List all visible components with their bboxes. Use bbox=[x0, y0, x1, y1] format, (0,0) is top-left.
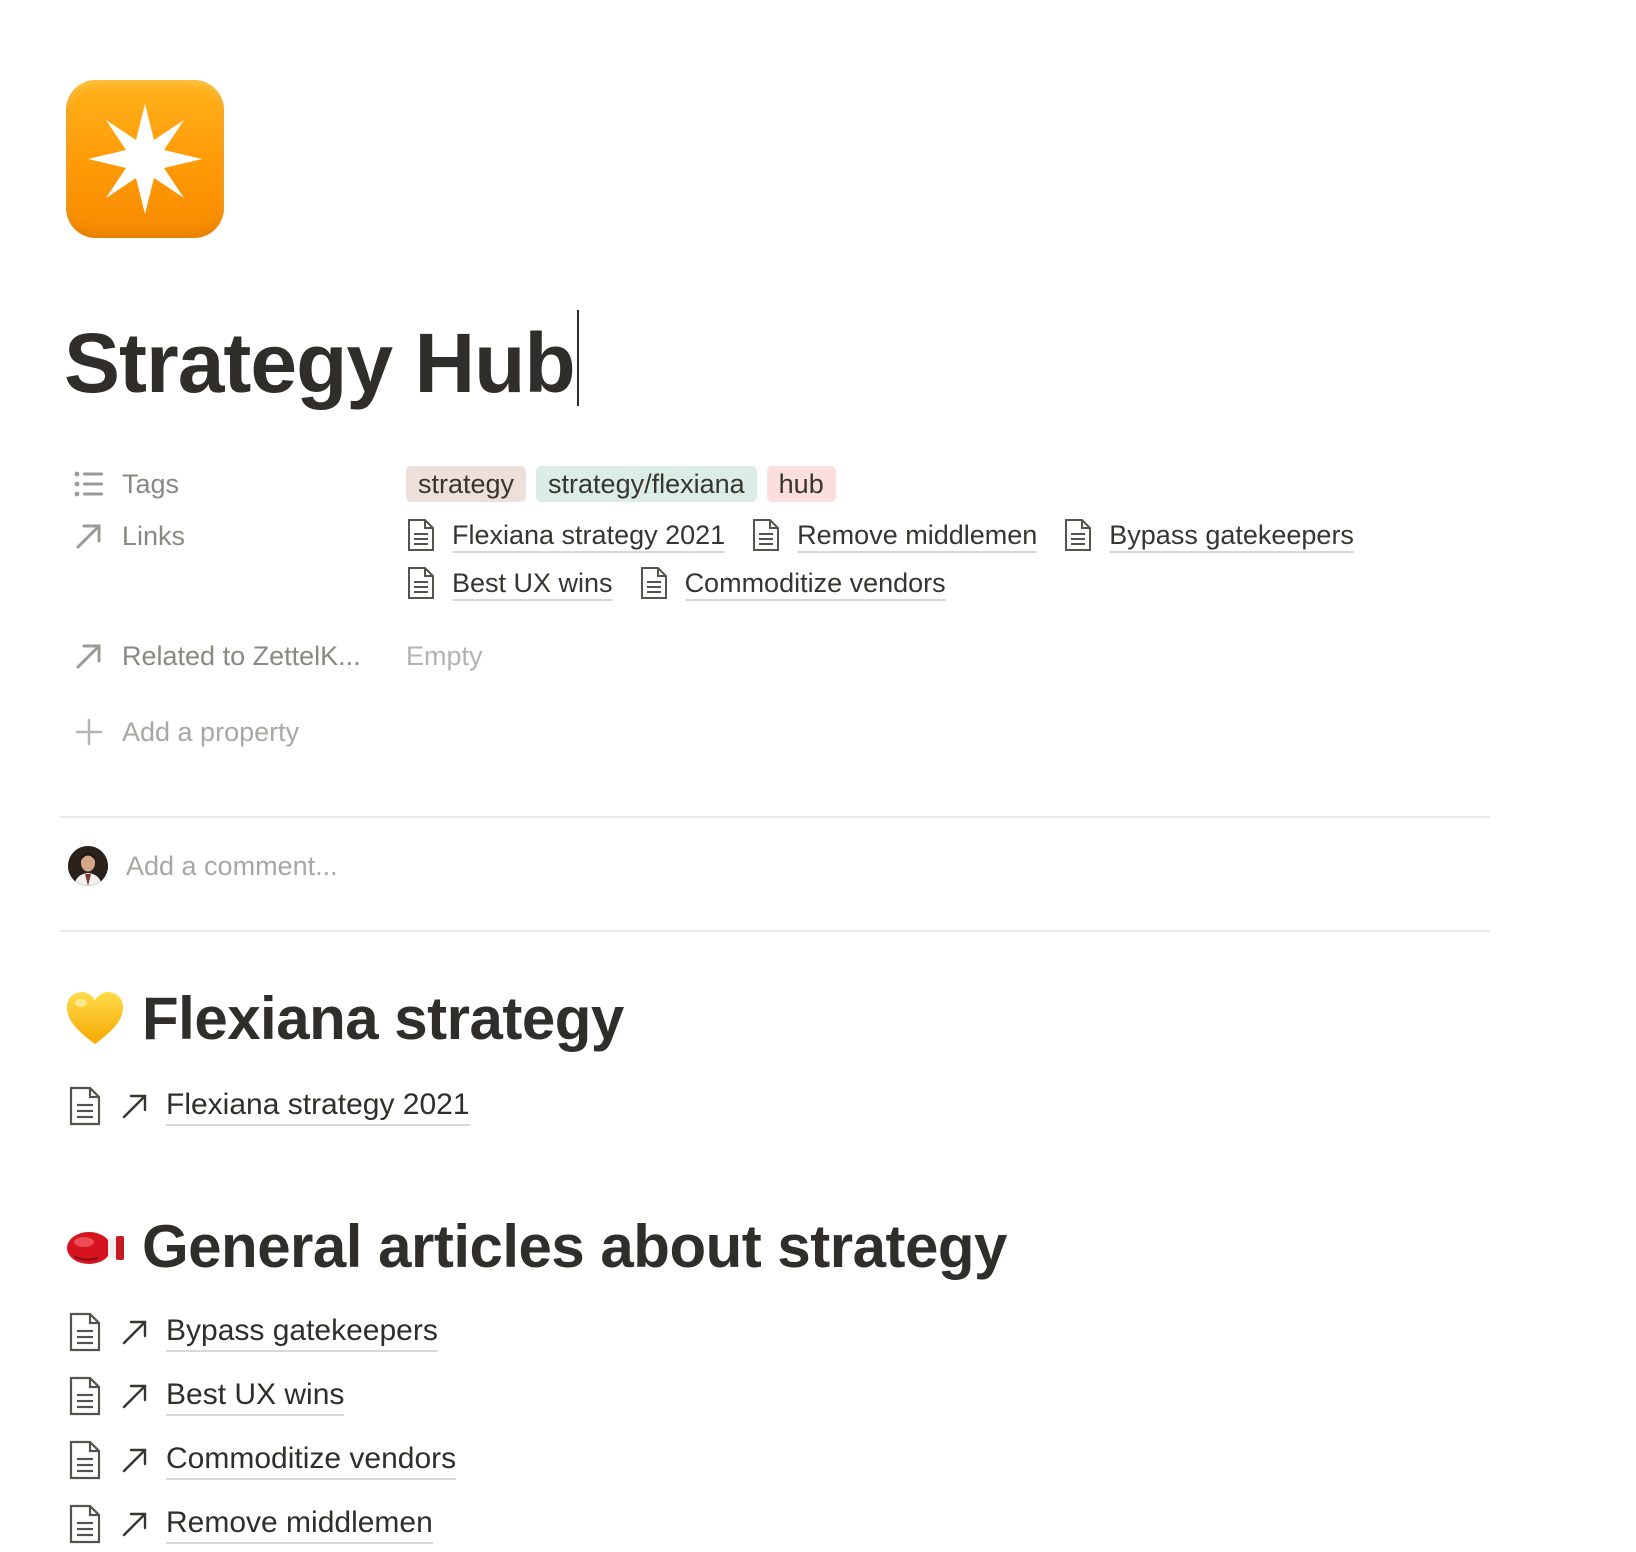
list-item-remove-middlemen[interactable]: Remove middlemen bbox=[68, 1498, 433, 1550]
page-doc-icon bbox=[68, 1440, 102, 1480]
add-property-button[interactable]: Add a property bbox=[60, 708, 460, 756]
section-heading-general-articles[interactable]: General articles about strategy bbox=[64, 1212, 1007, 1281]
list-item-link[interactable]: Flexiana strategy 2021 bbox=[166, 1086, 470, 1126]
arrow-up-right-icon bbox=[72, 639, 106, 673]
section-heading-text: Flexiana strategy bbox=[142, 985, 624, 1052]
list-item-link[interactable]: Commoditize vendors bbox=[166, 1440, 457, 1480]
text-caret bbox=[576, 310, 579, 406]
page-doc-icon bbox=[406, 566, 440, 602]
link-arrow-icon bbox=[120, 1317, 150, 1347]
link-flexiana-strategy-2021[interactable]: Flexiana strategy 2021 bbox=[406, 512, 726, 560]
divider bbox=[60, 816, 1490, 818]
property-label: Tags bbox=[122, 468, 180, 499]
property-name-related[interactable]: Related to ZettelK... bbox=[60, 632, 406, 680]
comment-bar[interactable]: Add a comment... bbox=[68, 846, 338, 886]
page-doc-icon bbox=[406, 518, 440, 554]
list-item-link[interactable]: Remove middlemen bbox=[166, 1504, 433, 1544]
list-item-commoditize-vendors[interactable]: Commoditize vendors bbox=[68, 1434, 457, 1486]
list-item-link[interactable]: Bypass gatekeepers bbox=[166, 1312, 438, 1352]
link-text: Bypass gatekeepers bbox=[1109, 519, 1354, 553]
property-value-links: Flexiana strategy 2021 Remove middlemen … bbox=[406, 512, 1490, 608]
tag-strategy-flexiana[interactable]: strategy/flexiana bbox=[536, 466, 757, 502]
divider bbox=[60, 930, 1490, 932]
tag-hub[interactable]: hub bbox=[766, 466, 836, 502]
property-value-related[interactable]: Empty bbox=[406, 632, 1490, 680]
page-doc-icon bbox=[751, 518, 785, 554]
property-name-tags[interactable]: Tags bbox=[60, 460, 406, 508]
page-doc-icon bbox=[639, 566, 673, 602]
link-commoditize-vendors[interactable]: Commoditize vendors bbox=[639, 560, 946, 608]
link-best-ux-wins[interactable]: Best UX wins bbox=[406, 560, 613, 608]
list-icon bbox=[72, 467, 106, 501]
property-row-related: Related to ZettelK... Empty bbox=[60, 632, 1490, 680]
arrow-up-right-icon bbox=[72, 519, 106, 553]
list-item-best-ux-wins[interactable]: Best UX wins bbox=[68, 1370, 345, 1422]
link-remove-middlemen[interactable]: Remove middlemen bbox=[751, 512, 1038, 560]
section-heading-text: General articles about strategy bbox=[142, 1213, 1007, 1280]
tag-strategy[interactable]: strategy bbox=[406, 466, 527, 502]
page-doc-icon bbox=[1063, 518, 1097, 554]
property-label: Related to ZettelK... bbox=[122, 640, 361, 671]
avatar bbox=[68, 846, 108, 886]
yellow-heart-icon bbox=[64, 988, 126, 1050]
page-doc-icon bbox=[68, 1376, 102, 1416]
add-property-row[interactable]: Add a property bbox=[60, 708, 1490, 756]
property-row-tags: Tags strategy strategy/flexiana hub bbox=[60, 460, 1490, 508]
property-value-tags[interactable]: strategy strategy/flexiana hub bbox=[406, 460, 1490, 502]
page-title[interactable]: Strategy Hub bbox=[64, 308, 579, 418]
page-doc-icon bbox=[68, 1086, 102, 1126]
link-bypass-gatekeepers[interactable]: Bypass gatekeepers bbox=[1063, 512, 1354, 560]
empty-value: Empty bbox=[406, 641, 483, 671]
page-doc-icon bbox=[68, 1504, 102, 1544]
page-title-text: Strategy Hub bbox=[64, 316, 576, 410]
comment-input[interactable]: Add a comment... bbox=[126, 851, 338, 882]
link-arrow-icon bbox=[120, 1091, 150, 1121]
list-item-bypass-gatekeepers[interactable]: Bypass gatekeepers bbox=[68, 1306, 438, 1358]
link-text: Best UX wins bbox=[452, 567, 613, 601]
link-arrow-icon bbox=[120, 1509, 150, 1539]
link-text: Flexiana strategy 2021 bbox=[452, 519, 726, 553]
link-text: Commoditize vendors bbox=[684, 567, 946, 601]
link-arrow-icon bbox=[120, 1381, 150, 1411]
list-item-link[interactable]: Best UX wins bbox=[166, 1376, 345, 1416]
section-heading-flexiana[interactable]: Flexiana strategy bbox=[64, 984, 624, 1053]
property-row-links: Links Flexiana strategy 2021 Remove midd… bbox=[60, 512, 1490, 608]
plus-icon bbox=[72, 715, 106, 749]
list-item-flexiana-strategy-2021[interactable]: Flexiana strategy 2021 bbox=[68, 1080, 470, 1132]
link-text: Remove middlemen bbox=[797, 519, 1038, 553]
link-arrow-icon bbox=[120, 1445, 150, 1475]
boxing-glove-icon bbox=[64, 1216, 126, 1278]
property-name-links[interactable]: Links bbox=[60, 512, 406, 560]
property-label: Links bbox=[122, 520, 186, 551]
add-property-label: Add a property bbox=[122, 716, 300, 747]
eight-pointed-star-icon bbox=[88, 104, 202, 214]
page-icon[interactable] bbox=[66, 80, 224, 238]
page-doc-icon bbox=[68, 1312, 102, 1352]
